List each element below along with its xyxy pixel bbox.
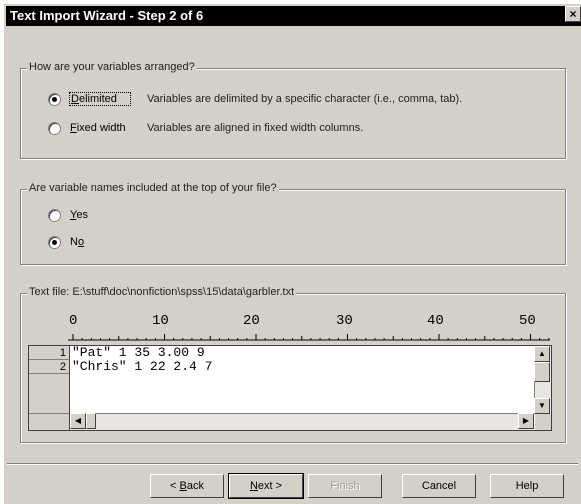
vertical-scrollbar[interactable]: ▲ ▼ bbox=[534, 346, 551, 414]
text-import-wizard-dialog: Text Import Wizard - Step 2 of 6 × How a… bbox=[3, 3, 581, 504]
help-button[interactable]: Help bbox=[490, 474, 564, 498]
ruler-label: 50 bbox=[519, 313, 536, 329]
row-number-column: 1 2 bbox=[29, 346, 70, 430]
fixed-width-radio-row[interactable]: Fixed width bbox=[48, 120, 129, 136]
ruler-label: 10 bbox=[152, 313, 169, 329]
title-bar: Text Import Wizard - Step 2 of 6 bbox=[6, 6, 581, 26]
button-separator bbox=[7, 463, 578, 465]
variable-names-group: Are variable names included at the top o… bbox=[20, 182, 566, 265]
fixed-width-description: Variables are aligned in fixed width col… bbox=[147, 122, 364, 134]
scroll-down-button[interactable]: ▼ bbox=[534, 398, 550, 414]
next-button[interactable]: Next > bbox=[228, 473, 304, 499]
yes-radio-row[interactable]: Yes bbox=[48, 207, 89, 223]
arrangement-group: How are your variables arranged? bbox=[20, 61, 566, 159]
data-preview-grid[interactable]: 1 2 "Pat" 1 35 3.00 9 "Chris" 1 22 2.4 7… bbox=[28, 345, 552, 431]
close-button[interactable]: × bbox=[565, 6, 581, 22]
yes-radio[interactable] bbox=[48, 208, 61, 222]
row-number: 2 bbox=[29, 360, 69, 374]
data-line: "Chris" 1 22 2.4 7 bbox=[72, 359, 213, 374]
ruler-label: 30 bbox=[336, 313, 353, 329]
no-radio-row[interactable]: No bbox=[48, 234, 85, 250]
scroll-right-button[interactable]: ▶ bbox=[518, 413, 534, 429]
no-label[interactable]: No bbox=[69, 236, 85, 248]
window-title: Text Import Wizard - Step 2 of 6 bbox=[10, 8, 204, 23]
row-number-empty bbox=[29, 374, 69, 414]
scroll-left-button[interactable]: ◀ bbox=[70, 413, 86, 429]
no-radio[interactable] bbox=[48, 235, 61, 249]
column-ruler: 0 10 20 30 40 50 bbox=[68, 313, 550, 343]
data-lines[interactable]: "Pat" 1 35 3.00 9 "Chris" 1 22 2.4 7 bbox=[70, 346, 534, 414]
row-number: 1 bbox=[29, 346, 69, 360]
back-button[interactable]: < Back bbox=[150, 474, 224, 498]
data-line: "Pat" 1 35 3.00 9 bbox=[72, 345, 205, 360]
ruler-ticks bbox=[68, 334, 550, 341]
delimited-description: Variables are delimited by a specific ch… bbox=[147, 93, 463, 105]
scrollbar-corner bbox=[535, 414, 551, 430]
fixed-width-label[interactable]: Fixed width bbox=[69, 122, 129, 134]
arrangement-legend: How are your variables arranged? bbox=[27, 61, 197, 73]
finish-button[interactable]: Finish bbox=[308, 474, 382, 498]
horizontal-scrollbar[interactable]: ◀ ▶ bbox=[70, 413, 534, 430]
ruler-label: 20 bbox=[243, 313, 260, 329]
ruler-label: 40 bbox=[427, 313, 444, 329]
cancel-button[interactable]: Cancel bbox=[402, 474, 476, 498]
delimited-label[interactable]: Delimited bbox=[69, 92, 131, 106]
variable-names-legend: Are variable names included at the top o… bbox=[27, 182, 279, 194]
delimited-radio[interactable] bbox=[48, 92, 61, 106]
fixed-width-radio[interactable] bbox=[48, 121, 61, 135]
ruler-label: 0 bbox=[69, 313, 78, 329]
delimited-radio-row[interactable]: Delimited bbox=[48, 91, 131, 107]
file-path-legend: Text file: E:\stuff\doc\nonfiction\spss\… bbox=[27, 286, 297, 298]
scroll-up-button[interactable]: ▲ bbox=[534, 346, 550, 362]
scroll-thumb[interactable] bbox=[534, 362, 550, 382]
yes-label[interactable]: Yes bbox=[69, 209, 89, 221]
horizontal-scroll-thumb[interactable] bbox=[86, 413, 96, 429]
